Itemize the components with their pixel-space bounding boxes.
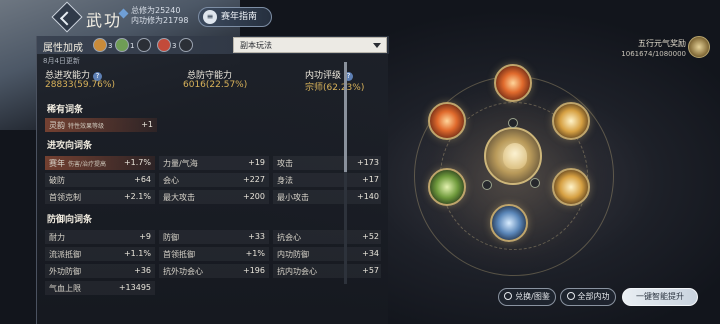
reward-progress: 1061674/1080000 — [621, 50, 686, 58]
guide-button-label: 赛年指南 — [221, 12, 258, 22]
defense-value: 6016(22.57%) — [183, 80, 248, 90]
attack-value: 28833(59.76%) — [45, 80, 115, 90]
attr-row: 最小攻击 +140 — [273, 190, 381, 204]
gold-element-icon[interactable] — [93, 38, 107, 52]
attr-row: 抗内功会心 +57 — [273, 264, 381, 278]
neigong-icon — [566, 292, 575, 300]
fire-neigong-slot-icon[interactable] — [428, 102, 466, 140]
wood-element-icon[interactable] — [115, 38, 129, 52]
attr-row: 会心 +227 — [159, 173, 269, 187]
exchange-icon — [504, 292, 513, 300]
buff-count: 3 — [172, 42, 177, 50]
attr-row: 身法 +17 — [273, 173, 381, 187]
page-title: 武功 — [86, 11, 123, 30]
attr-row: 抗会心 +52 — [273, 230, 381, 244]
buff-count: 1 — [130, 42, 135, 50]
mode-dropdown-value: 副本玩法 — [240, 41, 272, 50]
attr-row: 力量/气海 +19 — [159, 156, 269, 170]
attr-row: 外功防御 +36 — [45, 264, 155, 278]
section-title-rare: 稀有词条 — [47, 105, 84, 115]
smart-upgrade-button[interactable]: 一键智能提升 — [622, 288, 698, 306]
update-date: 8月4日更新 — [43, 57, 80, 65]
attr-row: 首领抵御 +1% — [159, 247, 269, 261]
section-title-attack: 进攻向词条 — [47, 141, 93, 151]
scroll-thumb[interactable] — [344, 62, 347, 172]
attr-row: 气血上限 +13495 — [45, 281, 155, 295]
attr-row: 防御 +33 — [159, 230, 269, 244]
neigong-power: 内功修为21798 — [131, 16, 189, 25]
panel-header: 属性加成 3 1 3 副本玩法 — [37, 36, 389, 54]
attr-row: 首领克制 +2.1% — [45, 190, 155, 204]
water-element-icon[interactable] — [137, 38, 151, 52]
mode-dropdown[interactable]: 副本玩法 — [233, 37, 387, 53]
gold-neigong-slot-icon[interactable] — [552, 102, 590, 140]
summary-stats: 总进攻能力? 28833(59.76%) 总防守能力 6016(22.57%) … — [37, 68, 389, 96]
attribute-list[interactable]: 稀有词条 灵韵 特性效果等级 +1 进攻向词条 赛年 伤害/治疗提高 +1.7% 力… — [41, 98, 381, 324]
gold-neigong-slot-icon[interactable] — [552, 168, 590, 206]
attr-row: 灵韵 特性效果等级 +1 — [45, 118, 157, 132]
power-summary: 总修为25240 内功修为21798 — [131, 6, 188, 26]
attribute-panel: 属性加成 3 1 3 副本玩法 8月4日更新 总进攻能力? 28833(59.7… — [36, 36, 389, 324]
reward-chest-icon[interactable] — [688, 36, 710, 58]
buff-count: 3 — [108, 42, 113, 50]
top-bar: 武功 总修为25240 内功修为21798 ≡ 赛年指南 — [0, 0, 720, 34]
center-spirit-icon[interactable] — [484, 127, 542, 185]
exchange-button[interactable]: 兑换/图鉴 — [498, 288, 556, 306]
attr-row: 赛年 伤害/治疗提高 +1.7% — [45, 156, 155, 170]
guide-button[interactable]: ≡ 赛年指南 — [198, 7, 272, 27]
wood-neigong-slot-icon[interactable] — [428, 168, 466, 206]
attr-row: 内功防御 +34 — [273, 247, 381, 261]
water-neigong-slot-icon[interactable] — [490, 204, 528, 242]
element-reward[interactable]: 五行元气奖励 1061674/1080000 — [604, 38, 686, 58]
chevron-down-icon — [373, 43, 381, 48]
element-node-icon — [482, 180, 492, 190]
attr-row: 耐力 +9 — [45, 230, 155, 244]
element-node-icon — [508, 118, 518, 128]
earth-element-icon[interactable] — [179, 38, 193, 52]
reward-title: 五行元气奖励 — [638, 39, 686, 48]
panel-title: 属性加成 — [43, 43, 83, 54]
all-neigong-button[interactable]: 全部内功 — [560, 288, 616, 306]
attr-row: 流派抵御 +1.1% — [45, 247, 155, 261]
attr-row: 攻击 +173 — [273, 156, 381, 170]
element-node-icon — [530, 178, 540, 188]
fire-neigong-slot-icon[interactable] — [494, 64, 532, 102]
rating-value: 宗师(62.23%) — [305, 83, 365, 93]
back-icon[interactable] — [51, 1, 83, 33]
fire-element-icon[interactable] — [157, 38, 171, 52]
attr-row: 破防 +64 — [45, 173, 155, 187]
attr-row: 抗外功会心 +196 — [159, 264, 269, 278]
section-title-defense: 防御向词条 — [47, 215, 93, 225]
scrollbar[interactable] — [344, 62, 347, 284]
book-icon: ≡ — [203, 10, 217, 24]
total-power: 总修为25240 — [131, 6, 181, 15]
attr-row: 最大攻击 +200 — [159, 190, 269, 204]
